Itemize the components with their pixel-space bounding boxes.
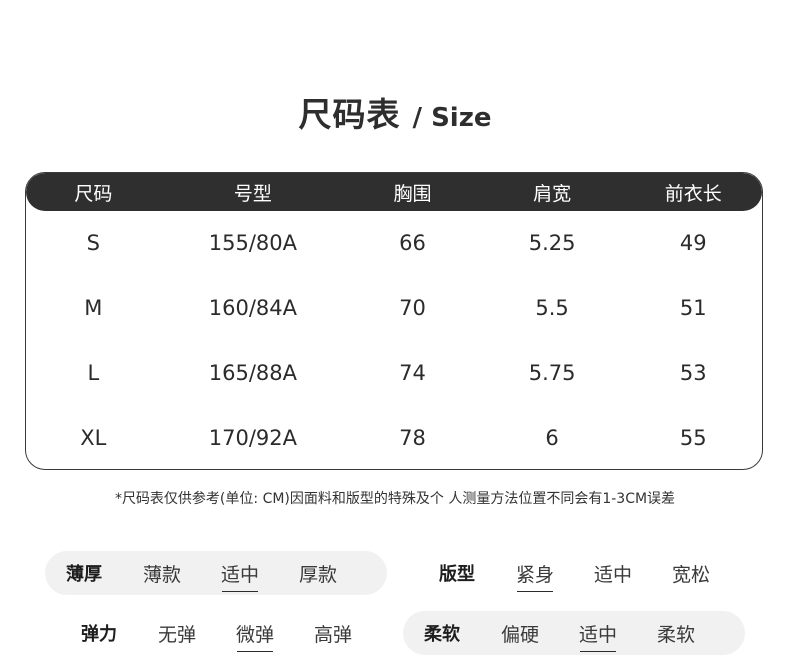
cell-model: 155/80A bbox=[208, 231, 298, 255]
cell-shoulder: 5.5 bbox=[535, 295, 569, 320]
cell-model: 160/84A bbox=[208, 295, 298, 320]
cell-chest: 78 bbox=[399, 425, 426, 450]
header-length: 前衣长 bbox=[664, 182, 722, 205]
attr-elasticity-option: 无弹 bbox=[157, 623, 196, 646]
attr-thickness: 薄厚 薄款 适中 厚款 bbox=[45, 551, 387, 595]
cell-chest: 70 bbox=[399, 295, 426, 320]
attr-fit-option: 适中 bbox=[593, 563, 632, 586]
header-model: 号型 bbox=[233, 182, 272, 205]
cell-size: S bbox=[86, 231, 100, 255]
cell-size: XL bbox=[80, 425, 107, 450]
attr-elasticity-label: 弹力 bbox=[81, 624, 117, 645]
cell-chest: 66 bbox=[399, 231, 426, 255]
cell-shoulder: 5.75 bbox=[528, 360, 576, 385]
cell-shoulder: 5.25 bbox=[528, 231, 576, 255]
table-row: L 165/88A 74 5.75 53 bbox=[26, 340, 762, 405]
attr-elasticity: 弹力 无弹 微弹 高弹 bbox=[60, 611, 390, 655]
cell-length: 55 bbox=[679, 425, 707, 450]
size-table: 尺码 号型 胸围 肩宽 前衣长 S 155/80A 66 5.25 49 M 1… bbox=[25, 172, 763, 470]
attr-fit-label: 版型 bbox=[439, 564, 475, 585]
table-header: 尺码 号型 胸围 肩宽 前衣长 bbox=[26, 173, 762, 211]
header-size: 尺码 bbox=[74, 182, 113, 205]
attr-softness-option: 偏硬 bbox=[500, 623, 539, 646]
attr-fit: 版型 紧身 适中 宽松 bbox=[418, 551, 748, 595]
table-row: M 160/84A 70 5.5 51 bbox=[26, 275, 762, 340]
title-cn: 尺码表 bbox=[298, 95, 401, 134]
cell-length: 49 bbox=[679, 231, 707, 255]
table-row: S 155/80A 66 5.25 49 bbox=[26, 211, 762, 275]
header-chest: 胸围 bbox=[393, 182, 432, 205]
attr-elasticity-option: 高弹 bbox=[313, 623, 352, 646]
table-row: XL 170/92A 78 6 55 bbox=[26, 405, 762, 469]
attr-softness-option-selected: 适中 bbox=[559, 620, 637, 652]
attr-fit-option: 宽松 bbox=[671, 563, 710, 586]
attr-softness-label: 柔软 bbox=[424, 624, 460, 645]
attr-thickness-option: 薄款 bbox=[142, 563, 181, 586]
cell-model: 170/92A bbox=[208, 425, 298, 450]
cell-size: M bbox=[84, 295, 103, 320]
title-en: / Size bbox=[412, 103, 492, 133]
cell-model: 165/88A bbox=[208, 360, 298, 385]
size-note: *尺码表仅供参考(单位: CM)因面料和版型的特殊及个 人测量方法位置不同会有1… bbox=[114, 491, 676, 507]
attr-elasticity-option-selected: 微弹 bbox=[216, 620, 294, 652]
header-shoulder: 肩宽 bbox=[533, 182, 572, 205]
cell-length: 53 bbox=[679, 360, 707, 385]
attr-thickness-label: 薄厚 bbox=[66, 564, 102, 585]
cell-size: L bbox=[87, 360, 100, 385]
page-title: 尺码表 / Size bbox=[0, 88, 790, 136]
attr-fit-option-selected: 紧身 bbox=[496, 560, 574, 592]
attr-thickness-option-selected: 适中 bbox=[201, 560, 279, 592]
cell-length: 51 bbox=[679, 295, 707, 320]
attr-softness: 柔软 偏硬 适中 柔软 bbox=[403, 611, 745, 655]
cell-shoulder: 6 bbox=[545, 425, 559, 450]
cell-chest: 74 bbox=[399, 360, 426, 385]
attr-softness-option: 柔软 bbox=[656, 623, 695, 646]
attr-thickness-option: 厚款 bbox=[298, 563, 337, 586]
